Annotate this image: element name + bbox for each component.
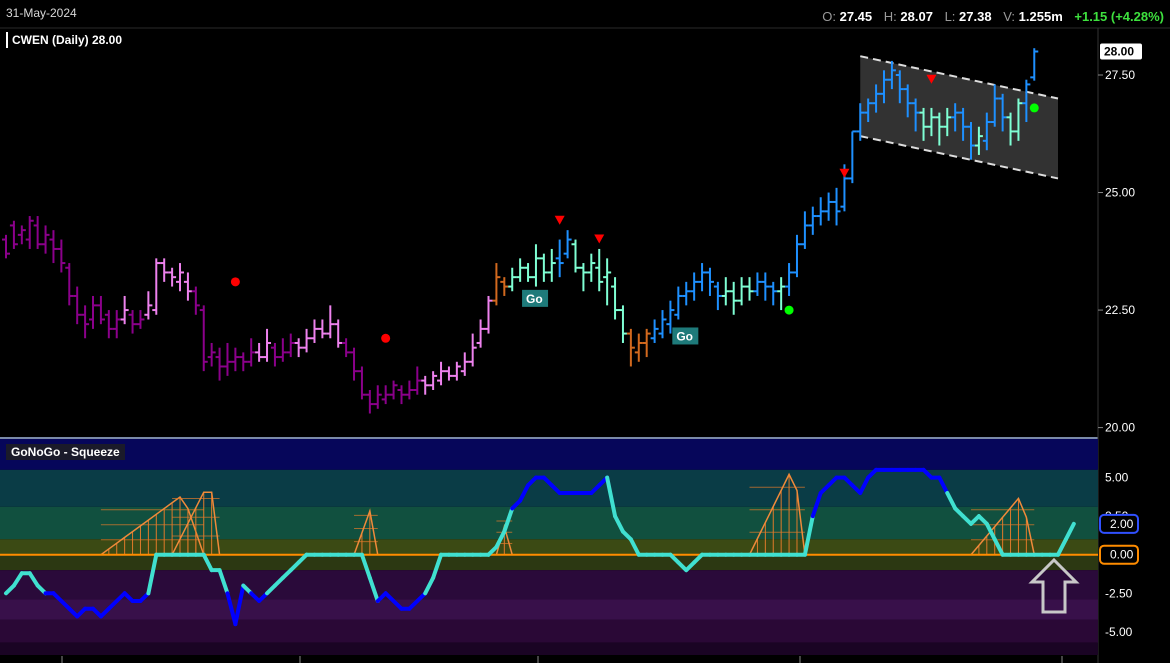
price-panel-title: CWEN (Daily) 28.00 — [6, 32, 127, 48]
osc-band-1 — [0, 469, 1098, 507]
osc-band-7 — [0, 619, 1098, 643]
osc-band-5 — [0, 570, 1098, 600]
osc-tick-label: -5.00 — [1105, 625, 1133, 639]
down-triangle-marker — [554, 215, 565, 225]
price-tick-label: 25.00 — [1105, 186, 1135, 200]
price-tick-label: 22.50 — [1105, 303, 1135, 317]
chart-canvas[interactable]: 27.5025.0022.5020.0028.005.002.50-2.50-5… — [0, 0, 1170, 663]
zero-value-label: 0.00 — [1110, 548, 1134, 562]
osc-band-8 — [0, 642, 1098, 655]
price-channel — [860, 56, 1058, 179]
indicator-panel-title: GoNoGo - Squeeze — [6, 444, 125, 460]
down-triangle-marker — [594, 234, 605, 244]
osc-band-0 — [0, 439, 1098, 470]
price-tick-label: 27.50 — [1105, 68, 1135, 82]
go-dot-marker — [784, 305, 794, 315]
down-triangle-marker — [839, 168, 850, 178]
go-label-text: Go — [676, 329, 693, 343]
price-tick-label: 20.00 — [1105, 421, 1135, 435]
osc-tick-label: 5.00 — [1105, 471, 1129, 485]
last-price-label: 28.00 — [1104, 45, 1134, 59]
osc-band-2 — [0, 506, 1098, 540]
osc-band-3 — [0, 539, 1098, 555]
osc-band-4 — [0, 554, 1098, 571]
osc-value-label: 2.00 — [1110, 517, 1134, 531]
go-label-text: Go — [526, 292, 543, 306]
nogo-dot-marker — [230, 277, 240, 287]
go-dot-marker — [1029, 103, 1039, 113]
osc-tick-label: -2.50 — [1105, 586, 1133, 600]
nogo-dot-marker — [381, 333, 391, 343]
osc-band-6 — [0, 599, 1098, 620]
